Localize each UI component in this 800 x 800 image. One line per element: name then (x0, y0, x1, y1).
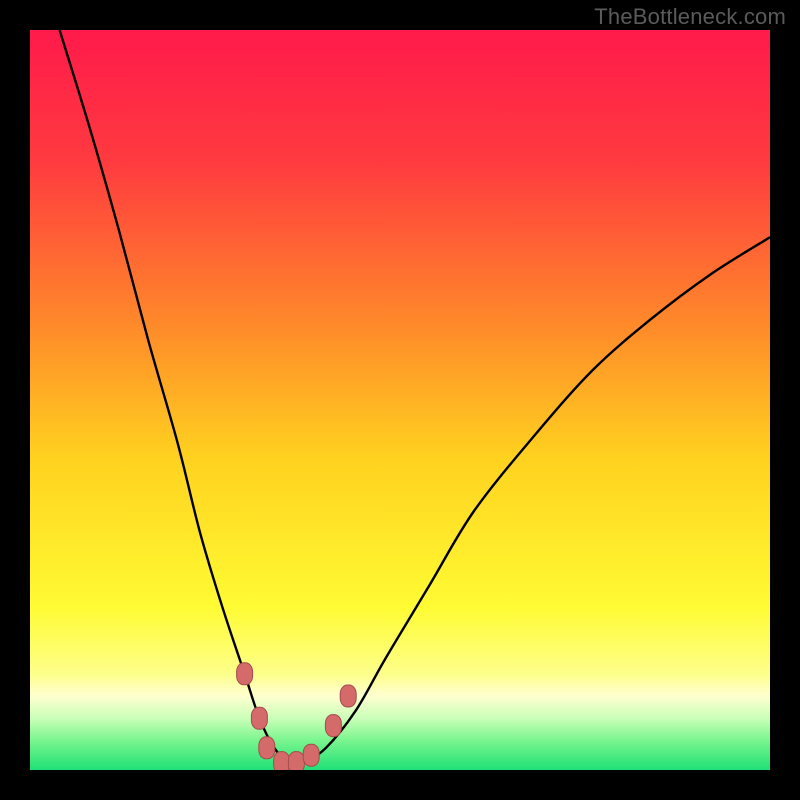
marker-dot (259, 737, 275, 759)
chart-frame: TheBottleneck.com (0, 0, 800, 800)
marker-dot (274, 752, 290, 770)
marker-dot (340, 685, 356, 707)
marker-dot (251, 707, 267, 729)
plot-area (30, 30, 770, 770)
marker-dot (325, 715, 341, 737)
marker-dot (288, 752, 304, 770)
gradient-background (30, 30, 770, 770)
marker-dot (237, 663, 253, 685)
bottleneck-chart (30, 30, 770, 770)
watermark-text: TheBottleneck.com (594, 4, 786, 30)
marker-dot (303, 744, 319, 766)
